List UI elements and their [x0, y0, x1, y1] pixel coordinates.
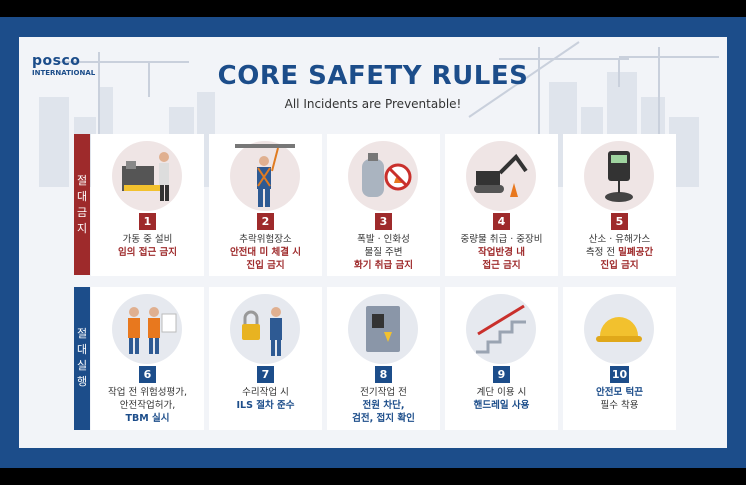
meeting-workers-icon	[128, 307, 177, 354]
rule-bold-text: 진입 금지	[600, 260, 639, 271]
rule-bold-text: 밀폐공간	[618, 247, 654, 258]
label-char: 지	[76, 222, 88, 235]
rule-text: 계단 이용 시	[476, 387, 527, 398]
excavator-icon	[474, 153, 528, 197]
rule-number: 8	[375, 366, 392, 383]
rule-card-5: 5 산소 · 유해가스 측정 전 밀폐공간 진입 금지	[563, 134, 676, 276]
rule-text: 물질 주변	[364, 247, 403, 258]
rule-text: 폭발 · 인화성	[357, 234, 410, 245]
rule-card-7: 7 수리작업 시 ILS 절차 준수	[209, 287, 322, 430]
stair-handrail-icon	[476, 304, 526, 354]
machine-worker-icon	[122, 152, 169, 201]
page-subtitle: All Incidents are Preventable!	[284, 97, 462, 111]
label-char: 절	[76, 174, 88, 187]
rule-text: 작업 전 위험성평가,	[108, 387, 187, 398]
rule-number: 7	[257, 366, 274, 383]
rule-number: 2	[257, 213, 274, 230]
rule-bold-text: 검전, 접지 확인	[352, 413, 415, 424]
label-char: 대	[76, 343, 88, 356]
label-char: 행	[76, 375, 88, 388]
electric-panel-icon	[366, 306, 400, 352]
rule-bold-text: ILS 절차 준수	[236, 400, 295, 411]
harness-worker-icon	[235, 144, 295, 207]
rule-text: 가동 중 설비	[122, 234, 173, 245]
rule-text: 측정 전	[585, 247, 616, 258]
rule-card-6: 6 작업 전 위험성평가, 안전작업허가, TBM 실시	[91, 287, 204, 430]
rule-bold-text: TBM 실시	[125, 413, 170, 424]
rule-text: 필수 착용	[600, 400, 639, 411]
rule-number: 6	[139, 366, 156, 383]
rule-bold-text: 안전모 턱끈	[595, 387, 643, 398]
rule-text: 전기작업 전	[360, 387, 407, 398]
rule-text: 산소 · 유해가스	[588, 234, 651, 245]
rule-number: 9	[493, 366, 510, 383]
section-label-mandatory: 절 대 실 행	[74, 287, 90, 430]
rule-bold-text: 작업반경 내	[477, 247, 525, 258]
rule-text: 수리작업 시	[242, 387, 289, 398]
lock-worker-icon	[242, 307, 282, 356]
rule-text: 안전작업허가,	[119, 400, 176, 411]
rule-card-3: 3 폭발 · 인화성 물질 주변 화기 취급 금지	[327, 134, 440, 276]
rule-card-4: 4 중량물 취급 · 중장비 작업반경 내 접근 금지	[445, 134, 558, 276]
hardhat-icon	[596, 317, 642, 342]
rule-card-9: 9 계단 이용 시 핸드레일 사용	[445, 287, 558, 430]
section-label-prohibited: 절 대 금 지	[74, 134, 90, 275]
rule-bold-text: 안전대 미 체결 시	[229, 247, 302, 258]
rule-bold-text: 임의 접근 금지	[117, 247, 178, 258]
rule-card-10: 10 안전모 턱끈 필수 착용	[563, 287, 676, 430]
rule-bold-text: 진입 금지	[246, 260, 285, 271]
page-title: CORE SAFETY RULES	[217, 61, 529, 91]
label-char: 절	[76, 327, 88, 340]
rule-number: 10	[610, 366, 629, 383]
rule-text: 추락위험장소	[239, 234, 292, 245]
rule-card-2: 2 추락위험장소 안전대 미 체결 시 진입 금지	[209, 134, 322, 276]
rule-bold-text: 핸드레일 사용	[473, 400, 530, 411]
rule-number: 4	[493, 213, 510, 230]
rule-bold-text: 접근 금지	[482, 260, 521, 271]
label-char: 대	[76, 190, 88, 203]
rule-bold-text: 화기 취급 금지	[353, 260, 414, 271]
rule-card-1: 1 가동 중 설비 임의 접근 금지	[91, 134, 204, 276]
rule-number: 1	[139, 213, 156, 230]
rule-number: 5	[611, 213, 628, 230]
gas-detector-icon	[605, 151, 633, 202]
rule-card-8: 8 전기작업 전 전원 차단, 검전, 접지 확인	[327, 287, 440, 430]
rule-number: 3	[375, 213, 392, 230]
gas-cylinder-icon	[362, 153, 412, 197]
rule-bold-text: 전원 차단,	[362, 400, 405, 411]
label-char: 실	[76, 359, 88, 372]
label-char: 금	[76, 206, 88, 219]
rule-text: 중량물 취급 · 중장비	[460, 234, 543, 245]
